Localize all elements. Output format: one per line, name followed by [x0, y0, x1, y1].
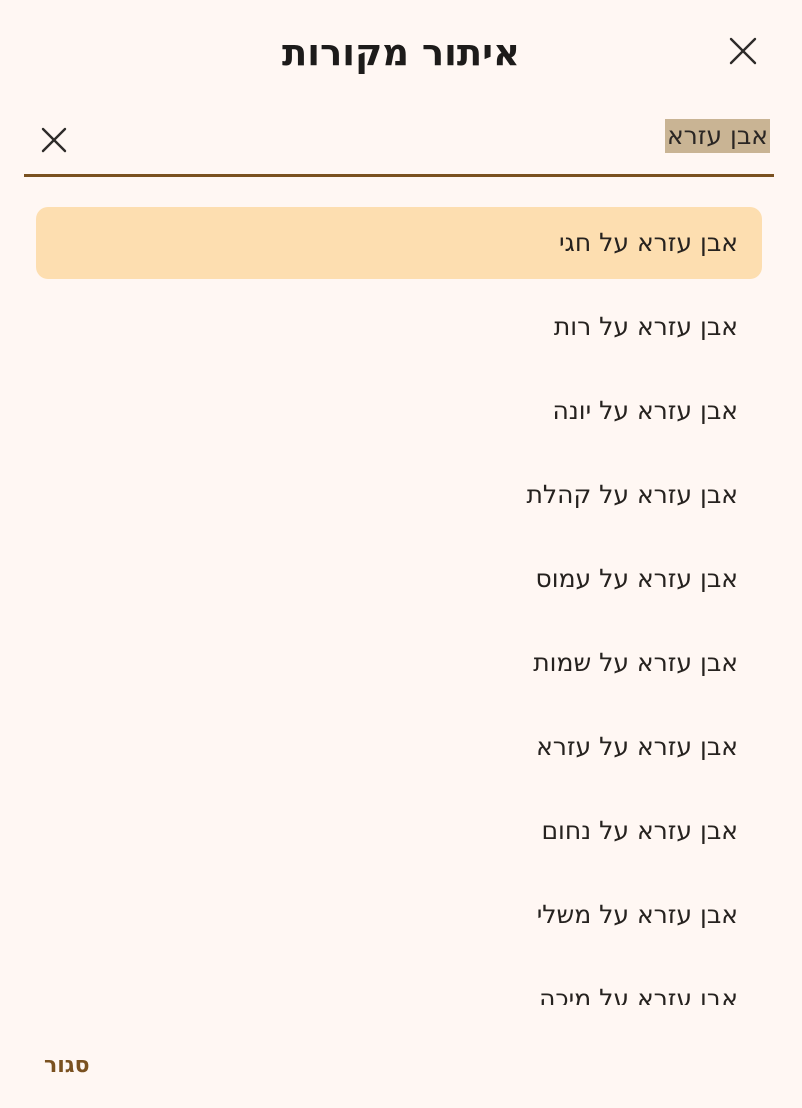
result-item[interactable]: אבן עזרא על נחום [36, 795, 762, 867]
result-item[interactable]: אבן עזרא על יונה [36, 375, 762, 447]
results-list: אבן עזרא על חגי אבן עזרא על רות אבן עזרא ע… [36, 207, 762, 1005]
clear-search-icon[interactable] [40, 126, 68, 154]
close-icon[interactable] [728, 36, 758, 66]
search-input-value[interactable]: אבן עזרא [664, 119, 770, 153]
result-item[interactable]: אבן עזרא על קהלת [36, 459, 762, 531]
source-finder-dialog: איתור מקורות אבן עזרא אבן עזרא על חגי אבן… [0, 0, 802, 1108]
result-item[interactable]: אבן עזרא על רות [36, 291, 762, 363]
result-item[interactable]: אבן עזרא על משלי [36, 879, 762, 951]
result-item[interactable]: אבן עזרא על עזרא [36, 711, 762, 783]
result-item[interactable]: אבן עזרא על עמוס [36, 543, 762, 615]
result-item[interactable]: אבן עזרא על חגי [36, 207, 762, 279]
dialog-title: איתור מקורות [282, 31, 520, 74]
result-item[interactable]: אבן עזרא על שמות [36, 627, 762, 699]
close-button[interactable]: סגור [44, 1050, 90, 1082]
search-bar: אבן עזרא [24, 108, 774, 177]
result-item[interactable]: אבן עזרא על מיכה [36, 963, 762, 1005]
